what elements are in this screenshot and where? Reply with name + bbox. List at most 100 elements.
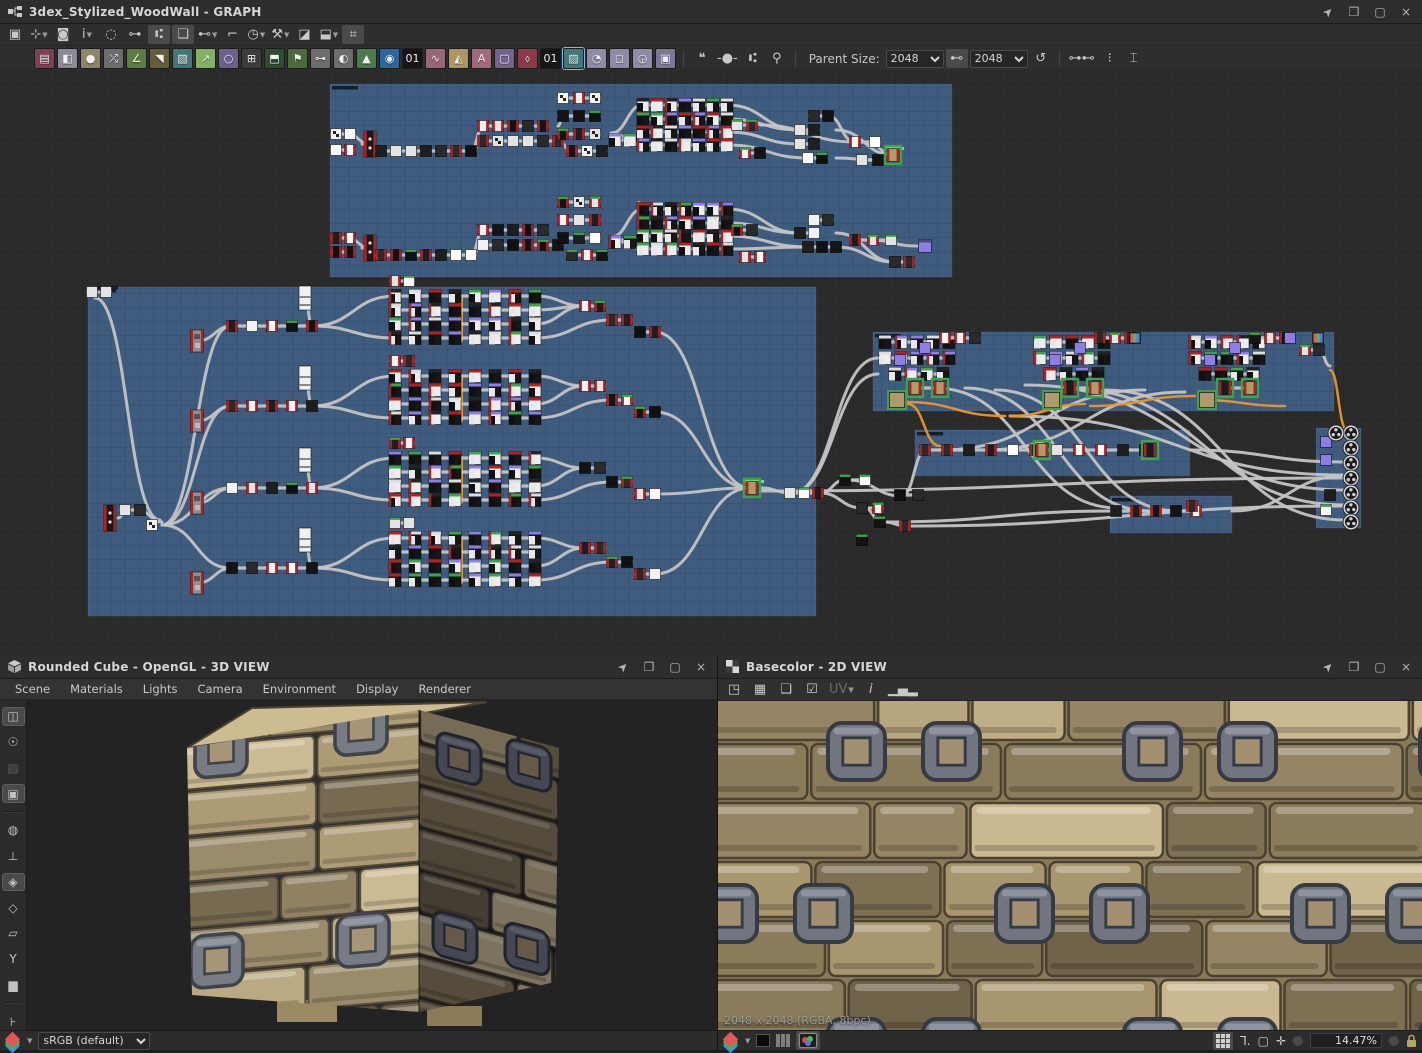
graph-node[interactable] [388,397,402,411]
graph-node[interactable] [408,479,422,493]
graph-node[interactable] [408,317,422,331]
graph-node[interactable] [488,397,502,411]
mirror-node[interactable]: ◭ [448,48,469,69]
graph-node[interactable] [678,202,692,216]
uv-dropdown[interactable]: UV ▼ [827,680,856,699]
colorspace-select[interactable]: sRGB (default) [38,1031,151,1050]
graph-node[interactable] [878,335,892,349]
graph-node[interactable] [650,242,664,256]
layers-color-icon[interactable] [4,1031,21,1053]
graph-node[interactable] [746,119,758,131]
cube-3d-preview[interactable] [27,700,717,1031]
graph-node[interactable] [1299,344,1311,356]
graph-node[interactable] [134,504,146,516]
dot-link-icon[interactable]: ⊷ ▼ [196,25,219,44]
graph-node[interactable] [636,202,650,216]
graph-node[interactable] [650,112,664,126]
graph-node[interactable] [298,365,312,391]
pin-window-icon[interactable]: ➤ [1317,656,1338,677]
graph-node[interactable] [488,559,502,573]
graph-node[interactable] [448,559,462,573]
graph-node[interactable] [508,383,522,397]
graph-node[interactable] [286,400,298,412]
export-icon[interactable]: ◳ [723,680,745,699]
graph-node[interactable] [488,493,502,507]
graph-node[interactable] [706,202,720,216]
graph-node[interactable] [589,196,601,208]
graph-node[interactable] [739,251,751,263]
graph-node[interactable] [606,556,618,568]
graph-node[interactable] [266,400,278,412]
graph-node[interactable] [678,138,692,152]
graph-node[interactable] [528,303,542,317]
graph-node[interactable] [557,110,569,122]
graph-node[interactable] [468,545,482,559]
graph-node[interactable] [408,493,422,507]
graph-node[interactable] [306,562,318,574]
graph-node[interactable] [739,147,751,159]
reset-size-icon[interactable]: ↺ [1030,49,1052,68]
graph-node[interactable] [492,224,504,236]
graph-node[interactable] [1324,489,1336,501]
graph-node[interactable] [816,152,828,164]
graph-node[interactable] [849,234,861,246]
graph-node[interactable] [408,531,422,545]
graph-node[interactable] [488,369,502,383]
graph-node[interactable] [100,286,112,298]
axis-icon[interactable]: ⊥ [3,848,24,865]
graph-node[interactable] [537,224,549,236]
graph-node[interactable] [664,138,678,152]
graph-node[interactable] [894,489,906,501]
graph-node[interactable] [388,465,402,479]
channel-shuffle-node[interactable]: ⤮ [103,48,124,69]
graph-node[interactable] [1073,444,1085,456]
graph-node[interactable] [621,314,633,326]
graph-node[interactable] [488,411,502,425]
graph-node[interactable] [388,383,402,397]
graph-node[interactable] [888,367,902,381]
graph-node[interactable] [1051,444,1063,456]
graph-node[interactable] [330,232,342,244]
graph-node[interactable] [1229,342,1241,354]
graph-node[interactable] [488,531,502,545]
graph-node[interactable] [448,465,462,479]
graph-node[interactable] [375,249,387,261]
graph-node[interactable] [408,465,422,479]
graph-node[interactable] [885,234,897,246]
graph-node[interactable] [720,98,734,112]
comment-icon[interactable]: ❝ [691,49,713,68]
graph-node[interactable] [492,135,504,147]
graph-node[interactable] [784,487,796,499]
maximize-window-icon[interactable]: ▢ [1372,660,1388,674]
graph-node[interactable] [468,397,482,411]
graph-node[interactable] [488,573,502,587]
graph-node[interactable] [856,154,868,166]
grid-snap-icon[interactable]: ⌗ [342,25,365,44]
graph-node[interactable] [488,545,502,559]
graph-node[interactable] [579,542,591,554]
graph-node[interactable] [589,110,601,122]
selection-node[interactable]: ▢ [494,48,515,69]
graph-node[interactable] [594,542,606,554]
graph-node[interactable] [405,145,417,157]
relink-icon[interactable]: ⊶⊷ [1067,49,1097,68]
graph-node[interactable] [621,476,633,488]
graph-node[interactable] [664,125,678,139]
graph-node[interactable] [528,451,542,465]
graph-node[interactable] [246,400,258,412]
graph-node[interactable] [477,239,489,251]
graph-node[interactable] [606,476,618,488]
graph-node[interactable] [589,232,601,244]
frame-node[interactable]: ▣ [655,48,676,69]
link-size-icon[interactable]: ⊷ [945,49,968,68]
graph-node[interactable] [298,285,312,311]
graph-node[interactable] [579,300,591,312]
graph-node[interactable] [557,214,569,226]
graph-node[interactable] [428,559,442,573]
close-window-icon[interactable]: × [1398,660,1414,674]
graph-node[interactable] [634,326,646,338]
close-window-icon[interactable]: × [1398,5,1414,19]
graph-node[interactable] [798,487,810,499]
graph-node[interactable] [894,335,908,349]
graph-node[interactable] [528,317,542,331]
